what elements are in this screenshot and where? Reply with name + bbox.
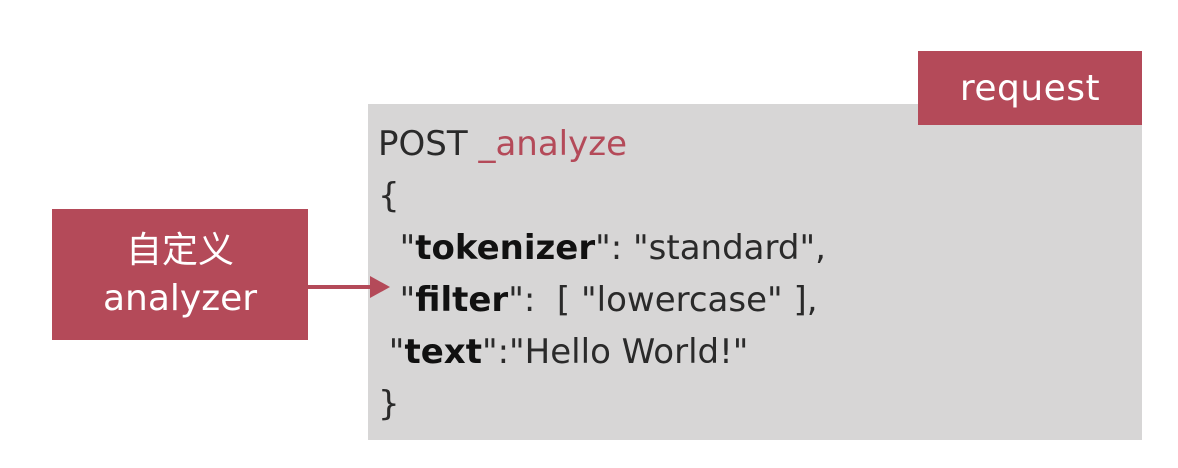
api-endpoint: _analyze: [478, 124, 627, 164]
text-key: text: [404, 332, 482, 372]
request-badge: request: [918, 51, 1142, 125]
tokenizer-value: "standard",: [633, 228, 826, 268]
open-brace: {: [378, 176, 400, 216]
filter-key: filter: [415, 280, 509, 320]
tokenizer-key: tokenizer: [415, 228, 596, 268]
custom-analyzer-label-line1: 自定义: [125, 229, 234, 271]
request-badge-label: request: [959, 67, 1101, 109]
code-line-close-brace: }: [378, 378, 826, 430]
filter-value: [ "lowercase" ],: [556, 280, 818, 320]
arrow-head: [370, 276, 390, 298]
close-brace: }: [378, 384, 400, 424]
code-line-text: "text":"Hello World!": [378, 332, 749, 372]
arrow-right-icon: [308, 276, 390, 298]
custom-analyzer-label: 自定义 analyzer: [52, 209, 308, 340]
request-code-block: POST _analyze { "tokenizer": "standard",…: [378, 118, 826, 430]
code-line-filter: "filter": [ "lowercase" ],: [378, 280, 818, 320]
custom-analyzer-label-line2: analyzer: [102, 277, 258, 319]
text-value: "Hello World!": [509, 332, 749, 372]
code-line-tokenizer: "tokenizer": "standard",: [378, 228, 826, 268]
code-line-method: POST _analyze: [378, 118, 826, 170]
http-method: POST: [378, 124, 468, 164]
code-line-open-brace: {: [378, 170, 826, 222]
